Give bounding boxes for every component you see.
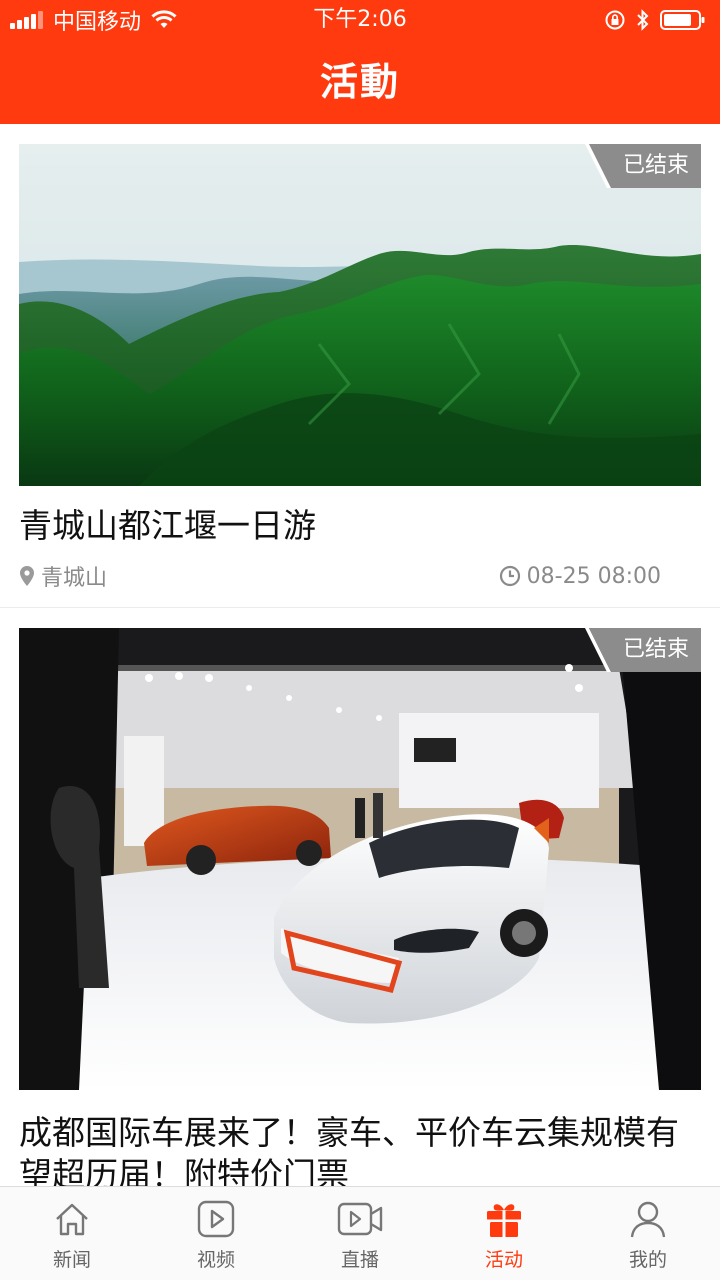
activity-card[interactable]: 已结束 青城山都江堰一日游 青城山 08-25 08:00 [0, 124, 720, 608]
bottom-tab-bar: 新闻 视频 直播 活动 我的 [0, 1186, 720, 1280]
car-show-image [19, 628, 701, 1090]
live-camera-icon [337, 1202, 383, 1236]
clock-icon [499, 565, 520, 587]
tab-video[interactable]: 视频 [144, 1187, 288, 1280]
home-icon [56, 1203, 88, 1236]
app-header: 活動 [0, 40, 720, 124]
tab-live[interactable]: 直播 [288, 1187, 432, 1280]
status-bar: 中国移动 下午2:06 [0, 0, 720, 40]
user-icon [630, 1201, 666, 1238]
activity-datetime: 08-25 08:00 [499, 564, 661, 589]
activity-image-car-show[interactable]: 已结束 [19, 628, 701, 1090]
activity-image-mountain[interactable]: 已结束 [19, 144, 701, 486]
tab-label: 直播 [340, 1249, 379, 1271]
bluetooth-icon [637, 9, 649, 31]
tab-label: 活动 [484, 1249, 523, 1271]
mountain-landscape-image [19, 144, 701, 486]
tab-label: 我的 [628, 1249, 667, 1271]
tab-activity[interactable]: 活动 [432, 1187, 576, 1280]
activity-card[interactable]: 已结束 成都国际车展来了！豪车、平价车云集规模有望超历届！附特价门票 [0, 608, 720, 1186]
tab-label: 新闻 [52, 1249, 91, 1271]
gift-icon [487, 1204, 521, 1237]
activity-feed[interactable]: 已结束 青城山都江堰一日游 青城山 08-25 08:00 已结束 成都国际车展… [0, 124, 720, 1186]
location-text: 青城山 [41, 566, 108, 591]
datetime-text: 08-25 08:00 [526, 563, 661, 589]
play-icon [197, 1200, 235, 1238]
battery-icon [660, 10, 705, 30]
tab-mine[interactable]: 我的 [576, 1187, 720, 1280]
activity-title[interactable]: 青城山都江堰一日游 [19, 506, 701, 546]
activity-location: 青城山 [19, 560, 107, 592]
location-pin-icon [20, 566, 34, 586]
tab-news[interactable]: 新闻 [0, 1187, 144, 1280]
rotation-lock-icon [605, 10, 625, 30]
page-title: 活動 [319, 59, 400, 104]
activity-meta: 青城山 08-25 08:00 [19, 560, 701, 592]
activity-title[interactable]: 成都国际车展来了！豪车、平价车云集规模有望超历届！附特价门票 [19, 1112, 701, 1186]
tab-label: 视频 [196, 1249, 235, 1271]
